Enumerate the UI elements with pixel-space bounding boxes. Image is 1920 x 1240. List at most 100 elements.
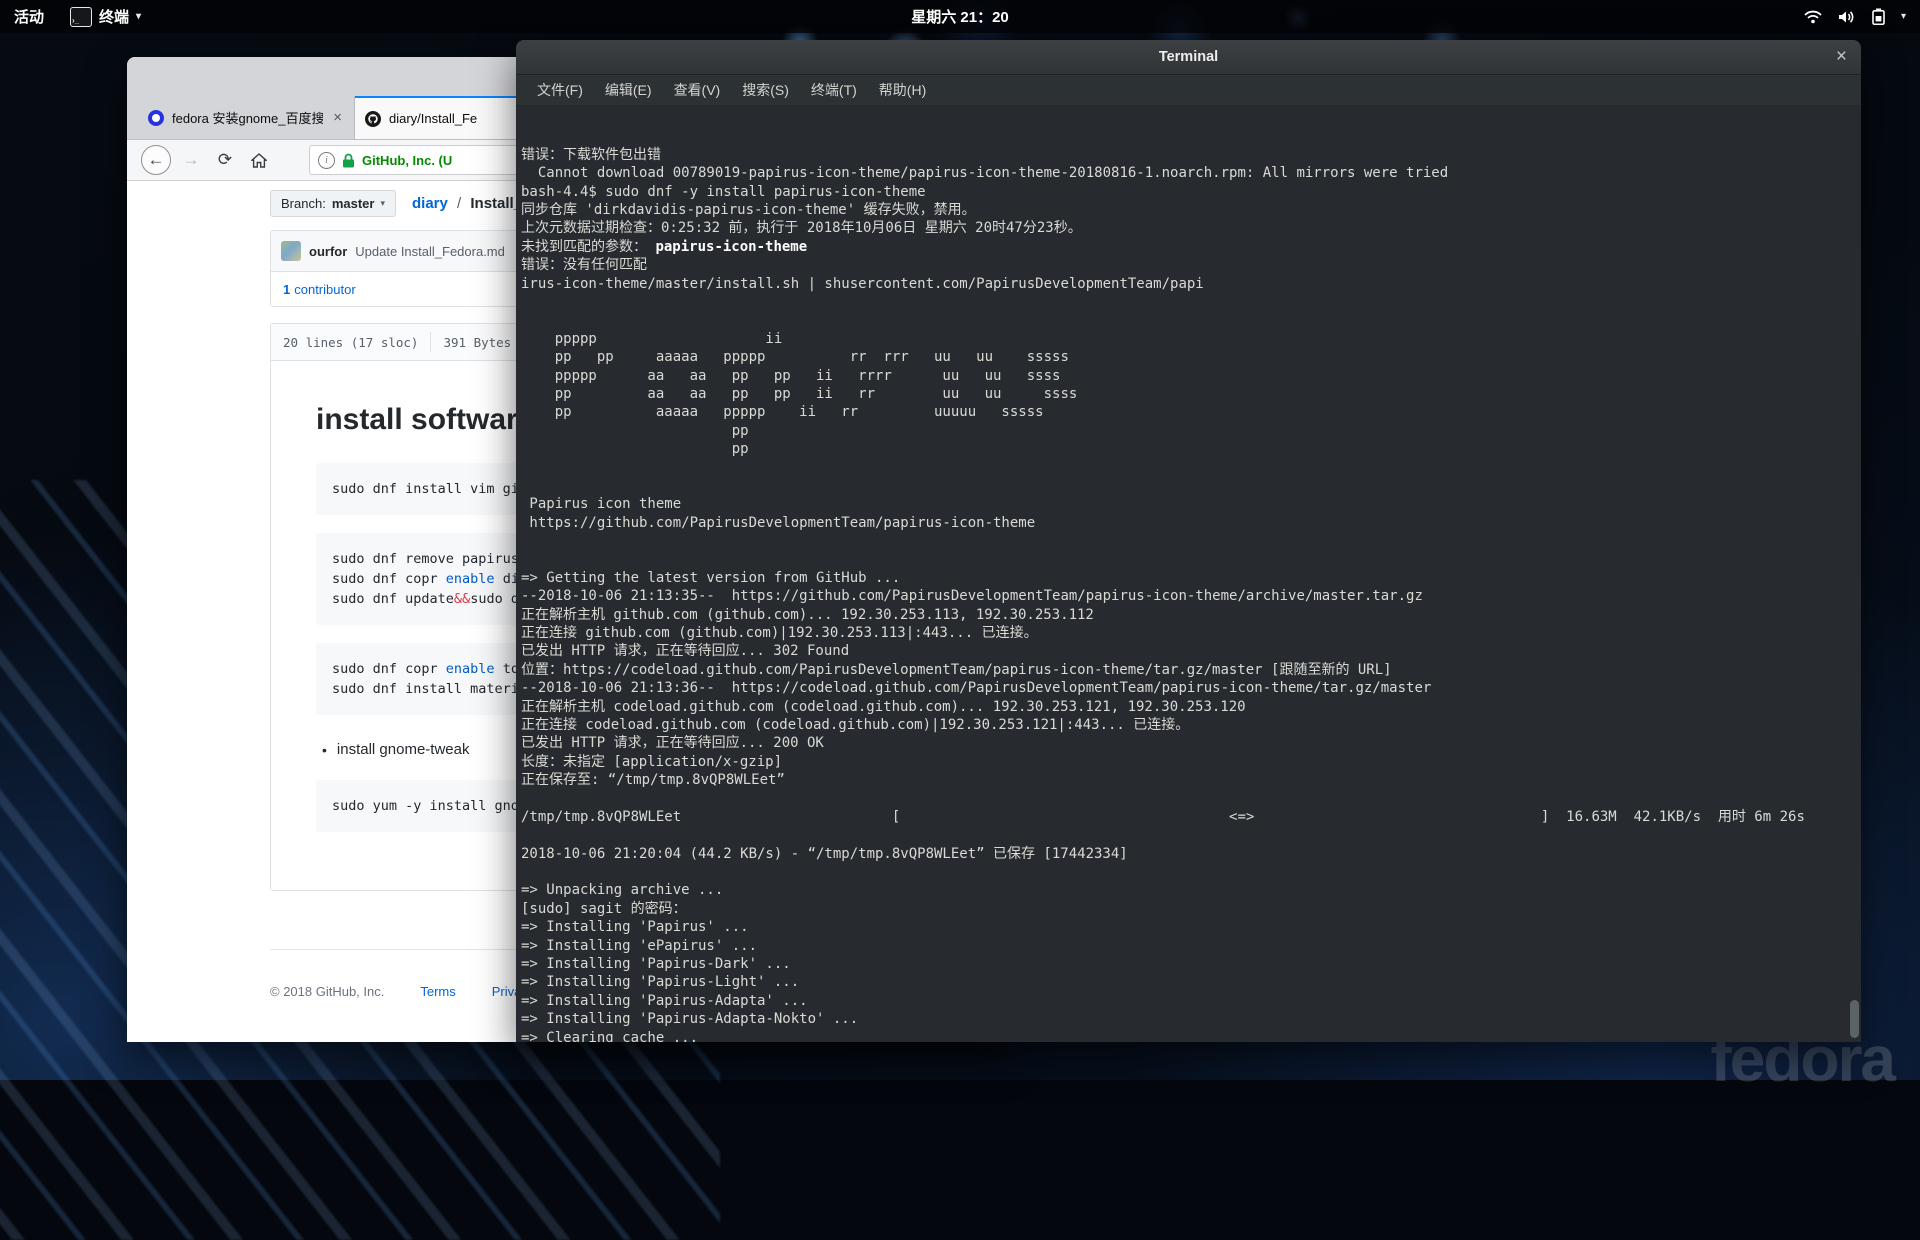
home-button[interactable] — [245, 146, 273, 174]
terminal-menu-item[interactable]: 查看(V) — [663, 80, 732, 100]
close-window-button[interactable]: × — [1836, 40, 1847, 74]
terminal-line: pp — [521, 440, 1861, 458]
terminal-app-icon: ›_ — [70, 7, 92, 27]
file-size: 391 Bytes — [431, 335, 523, 350]
terminal-line: --2018-10-06 21:13:35-- https://github.c… — [521, 587, 1861, 605]
back-button[interactable]: ← — [141, 145, 171, 175]
breadcrumb-separator: / — [457, 195, 461, 212]
terminal-menu-item[interactable]: 帮助(H) — [868, 80, 937, 100]
terminal-line: 正在连接 codeload.github.com (codeload.githu… — [521, 716, 1861, 734]
terminal-line: Cannot download 00789019-papirus-icon-th… — [521, 164, 1861, 182]
activities-button[interactable]: 活动 — [14, 6, 44, 27]
app-menu-button[interactable]: ›_ 终端 ▾ — [70, 6, 141, 27]
terminal-menu-item[interactable]: 编辑(E) — [594, 80, 663, 100]
terminal-line: => Installing 'ePapirus' ... — [521, 937, 1861, 955]
terminal-line: https://github.com/PapirusDevelopmentTea… — [521, 514, 1861, 532]
terminal-line: [sudo] sagit 的密码： — [521, 900, 1861, 918]
terminal-line — [521, 532, 1861, 550]
page-info-icon[interactable]: i — [318, 152, 335, 169]
terminal-line: --2018-10-06 21:13:36-- https://codeload… — [521, 679, 1861, 697]
system-status-area[interactable]: ▾ — [1804, 8, 1920, 25]
terminal-line — [521, 477, 1861, 495]
terminal-line: 位置：https://codeload.github.com/PapirusDe… — [521, 661, 1861, 679]
terminal-window: Terminal × 文件(F)编辑(E)查看(V)搜索(S)终端(T)帮助(H… — [516, 40, 1861, 1042]
terminal-line — [521, 293, 1861, 311]
branch-selector-button[interactable]: Branch: master ▾ — [270, 190, 396, 217]
terminal-line: 正在保存至: “/tmp/tmp.8vQP8WLEet” — [521, 771, 1861, 789]
terminal-line: => Installing 'Papirus-Light' ... — [521, 973, 1861, 991]
battery-icon — [1872, 8, 1885, 25]
terminal-line — [521, 311, 1861, 329]
branch-name: master — [332, 196, 375, 211]
reload-button[interactable]: ⟳ — [211, 146, 239, 174]
terminal-line — [521, 458, 1861, 476]
contributor-label: contributor — [294, 282, 355, 297]
caret-down-icon: ▾ — [380, 198, 385, 209]
terminal-line — [521, 789, 1861, 807]
commit-author-link[interactable]: ourfor — [309, 244, 347, 259]
wifi-icon — [1804, 10, 1822, 24]
tab-baidu-search[interactable]: fedora 安装gnome_百度搜 × — [138, 96, 355, 139]
terminal-line: 未找到匹配的参数： papirus-icon-theme — [521, 238, 1861, 256]
terminal-titlebar[interactable]: Terminal × — [516, 40, 1861, 75]
terminal-line: => Clearing cache ... — [521, 1029, 1861, 1042]
site-identity-label: GitHub, Inc. (U — [362, 153, 452, 168]
terminal-menu-item[interactable]: 搜索(S) — [731, 80, 800, 100]
terminal-line: 正在解析主机 github.com (github.com)... 192.30… — [521, 606, 1861, 624]
terminal-line: => Getting the latest version from GitHu… — [521, 569, 1861, 587]
terminal-line: 错误：没有任何匹配 — [521, 256, 1861, 274]
contributor-count: 1 — [283, 282, 290, 297]
terminal-line: ppppp aa aa pp pp ii rrrr uu uu ssss — [521, 367, 1861, 385]
scrollbar-thumb[interactable] — [1850, 1000, 1859, 1038]
terminal-line: => Installing 'Papirus-Adapta' ... — [521, 992, 1861, 1010]
caret-down-icon: ▾ — [1901, 11, 1906, 22]
footer-link[interactable]: Terms — [420, 984, 455, 999]
terminal-line: ppppp ii — [521, 330, 1861, 348]
volume-icon — [1838, 10, 1856, 24]
terminal-line: => Installing 'Papirus' ... — [521, 918, 1861, 936]
terminal-line: pp aaaaa ppppp ii rr uuuuu sssss — [521, 403, 1861, 421]
terminal-line: 长度：未指定 [application/x-gzip] — [521, 753, 1861, 771]
app-menu-label: 终端 — [99, 6, 129, 27]
commit-message[interactable]: Update Install_Fedora.md — [355, 244, 505, 259]
tab-title: fedora 安装gnome_百度搜 — [172, 108, 323, 127]
terminal-line: => Unpacking archive ... — [521, 881, 1861, 899]
baidu-favicon — [148, 110, 164, 126]
gnome-top-bar: 星期六 21：20 活动 ›_ 终端 ▾ ▾ — [0, 0, 1920, 33]
terminal-line — [521, 826, 1861, 844]
terminal-line: 同步仓库 'dirkdavidis-papirus-icon-theme' 缓存… — [521, 201, 1861, 219]
terminal-line — [521, 863, 1861, 881]
terminal-line: Papirus icon theme — [521, 495, 1861, 513]
terminal-line: /tmp/tmp.8vQP8WLEet [ <=> ] 16.63M 42.1K… — [521, 808, 1861, 826]
terminal-line: 已发出 HTTP 请求，正在等待回应... 200 OK — [521, 734, 1861, 752]
terminal-line: pp — [521, 422, 1861, 440]
terminal-menubar: 文件(F)编辑(E)查看(V)搜索(S)终端(T)帮助(H) — [516, 75, 1861, 106]
avatar[interactable] — [281, 241, 301, 261]
github-favicon — [365, 111, 381, 127]
terminal-line: 上次元数据过期检查：0:25:32 前，执行于 2018年10月06日 星期六 … — [521, 219, 1861, 237]
clock[interactable]: 星期六 21：20 — [0, 6, 1920, 27]
terminal-menu-item[interactable]: 终端(T) — [800, 80, 868, 100]
terminal-output[interactable]: 错误：下载软件包出错 Cannot download 00789019-papi… — [516, 106, 1861, 1042]
breadcrumb-repo-link[interactable]: diary — [412, 195, 448, 212]
branch-prefix: Branch: — [281, 196, 326, 211]
terminal-line: 2018-10-06 21:20:04 (44.2 KB/s) - “/tmp/… — [521, 845, 1861, 863]
terminal-line: 正在连接 github.com (github.com)|192.30.253.… — [521, 624, 1861, 642]
terminal-line: pp aa aa pp pp ii rr uu uu ssss — [521, 385, 1861, 403]
terminal-line: 错误：下载软件包出错 — [521, 146, 1861, 164]
file-line-count: 20 lines (17 sloc) — [271, 335, 430, 350]
terminal-line: pp pp aaaaa ppppp rr rrr uu uu sssss — [521, 348, 1861, 366]
close-tab-icon[interactable]: × — [331, 109, 344, 126]
copyright-label: © 2018 GitHub, Inc. — [270, 984, 384, 999]
window-title: Terminal — [1159, 49, 1218, 65]
terminal-line: 正在解析主机 codeload.github.com (codeload.git… — [521, 698, 1861, 716]
terminal-line: irus-icon-theme/master/install.sh | shus… — [521, 275, 1861, 293]
terminal-line: bash-4.4$ sudo dnf -y install papirus-ic… — [521, 183, 1861, 201]
terminal-line: => Installing 'Papirus-Adapta-Nokto' ... — [521, 1010, 1861, 1028]
terminal-menu-item[interactable]: 文件(F) — [526, 80, 594, 100]
lock-icon — [342, 153, 355, 168]
forward-button[interactable]: → — [177, 146, 205, 174]
terminal-line: 已发出 HTTP 请求，正在等待回应... 302 Found — [521, 642, 1861, 660]
terminal-line: => Installing 'Papirus-Dark' ... — [521, 955, 1861, 973]
caret-down-icon: ▾ — [136, 11, 141, 22]
